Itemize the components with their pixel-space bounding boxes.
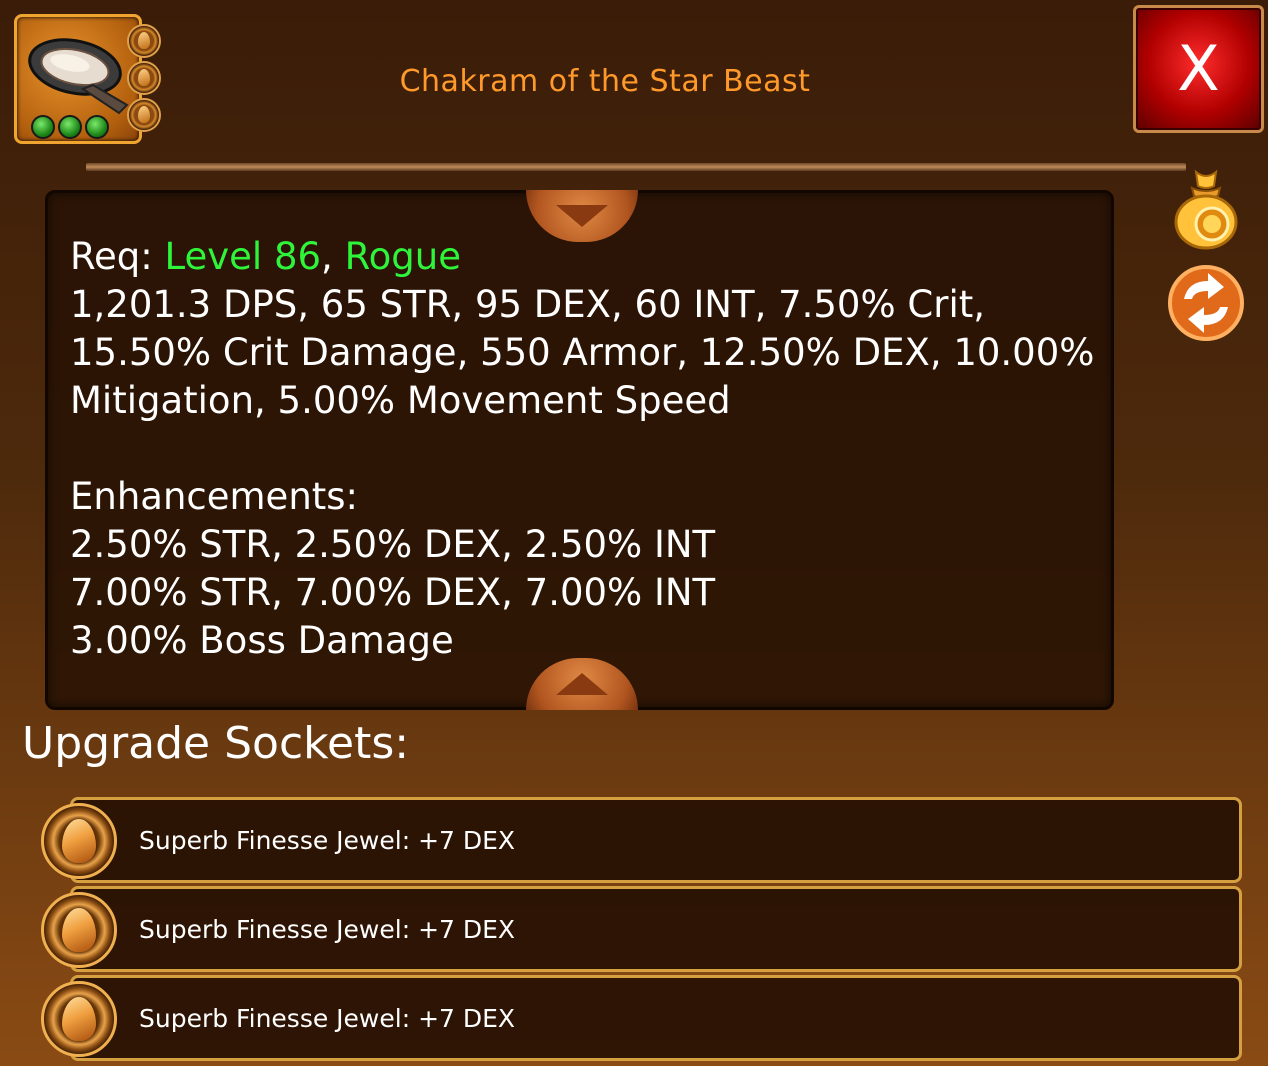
req-class: Rogue bbox=[344, 235, 461, 278]
chakram-icon bbox=[28, 38, 129, 115]
socket-label: Superb Finesse Jewel: +7 DEX bbox=[139, 1003, 516, 1033]
jewel-gem-icon bbox=[62, 997, 96, 1041]
jewel-socket-icon bbox=[127, 98, 161, 132]
stat-line: 1,201.3 DPS, 65 STR, 95 DEX, 60 INT, 7.5… bbox=[70, 283, 985, 326]
close-button[interactable]: X bbox=[1133, 5, 1264, 133]
stat-line: 15.50% Crit Damage, 550 Armor, 12.50% DE… bbox=[70, 331, 1095, 374]
finesse-jewel-icon bbox=[41, 981, 117, 1057]
green-gem-icon bbox=[31, 115, 55, 139]
requirement-line: Req: Level 86, Rogue bbox=[70, 233, 1100, 281]
header-divider bbox=[86, 163, 1186, 171]
socket-row[interactable]: Superb Finesse Jewel: +7 DEX bbox=[41, 975, 1242, 1061]
jewel-gem-icon bbox=[62, 819, 96, 863]
item-icon-frame[interactable] bbox=[14, 14, 142, 144]
swap-arrows-icon[interactable] bbox=[1166, 263, 1246, 343]
scroll-up-button[interactable] bbox=[526, 658, 638, 710]
stat-line: Mitigation, 5.00% Movement Speed bbox=[70, 379, 731, 422]
item-socket-indicators bbox=[127, 24, 161, 132]
req-separator: , bbox=[321, 235, 345, 278]
jewel-gem-icon bbox=[62, 908, 96, 952]
gem-slots bbox=[31, 115, 109, 139]
gold-bag-icon[interactable] bbox=[1170, 168, 1242, 250]
enhancement-line: 7.00% STR, 7.00% DEX, 7.00% INT bbox=[70, 571, 716, 614]
triangle-up-icon bbox=[556, 673, 608, 695]
jewel-socket-icon bbox=[127, 24, 161, 58]
close-icon: X bbox=[1177, 32, 1220, 105]
req-label: Req: bbox=[70, 235, 165, 278]
jewel-socket-icon bbox=[127, 61, 161, 95]
stats-text: Req: Level 86, Rogue 1,201.3 DPS, 65 STR… bbox=[70, 233, 1100, 665]
socket-row[interactable]: Superb Finesse Jewel: +7 DEX bbox=[41, 797, 1242, 883]
enhancement-line: 2.50% STR, 2.50% DEX, 2.50% INT bbox=[70, 523, 716, 566]
enhancements-label: Enhancements: bbox=[70, 475, 359, 518]
triangle-down-icon bbox=[556, 205, 608, 227]
socket-label: Superb Finesse Jewel: +7 DEX bbox=[139, 825, 516, 855]
upgrade-sockets-heading: Upgrade Sockets: bbox=[22, 718, 410, 769]
stats-panel[interactable]: Req: Level 86, Rogue 1,201.3 DPS, 65 STR… bbox=[45, 190, 1114, 710]
req-level: Level 86 bbox=[164, 235, 322, 278]
finesse-jewel-icon bbox=[41, 803, 117, 879]
green-gem-icon bbox=[58, 115, 82, 139]
socket-row[interactable]: Superb Finesse Jewel: +7 DEX bbox=[41, 886, 1242, 972]
item-title: Chakram of the Star Beast bbox=[399, 64, 811, 99]
finesse-jewel-icon bbox=[41, 892, 117, 968]
socket-label: Superb Finesse Jewel: +7 DEX bbox=[139, 914, 516, 944]
green-gem-icon bbox=[85, 115, 109, 139]
